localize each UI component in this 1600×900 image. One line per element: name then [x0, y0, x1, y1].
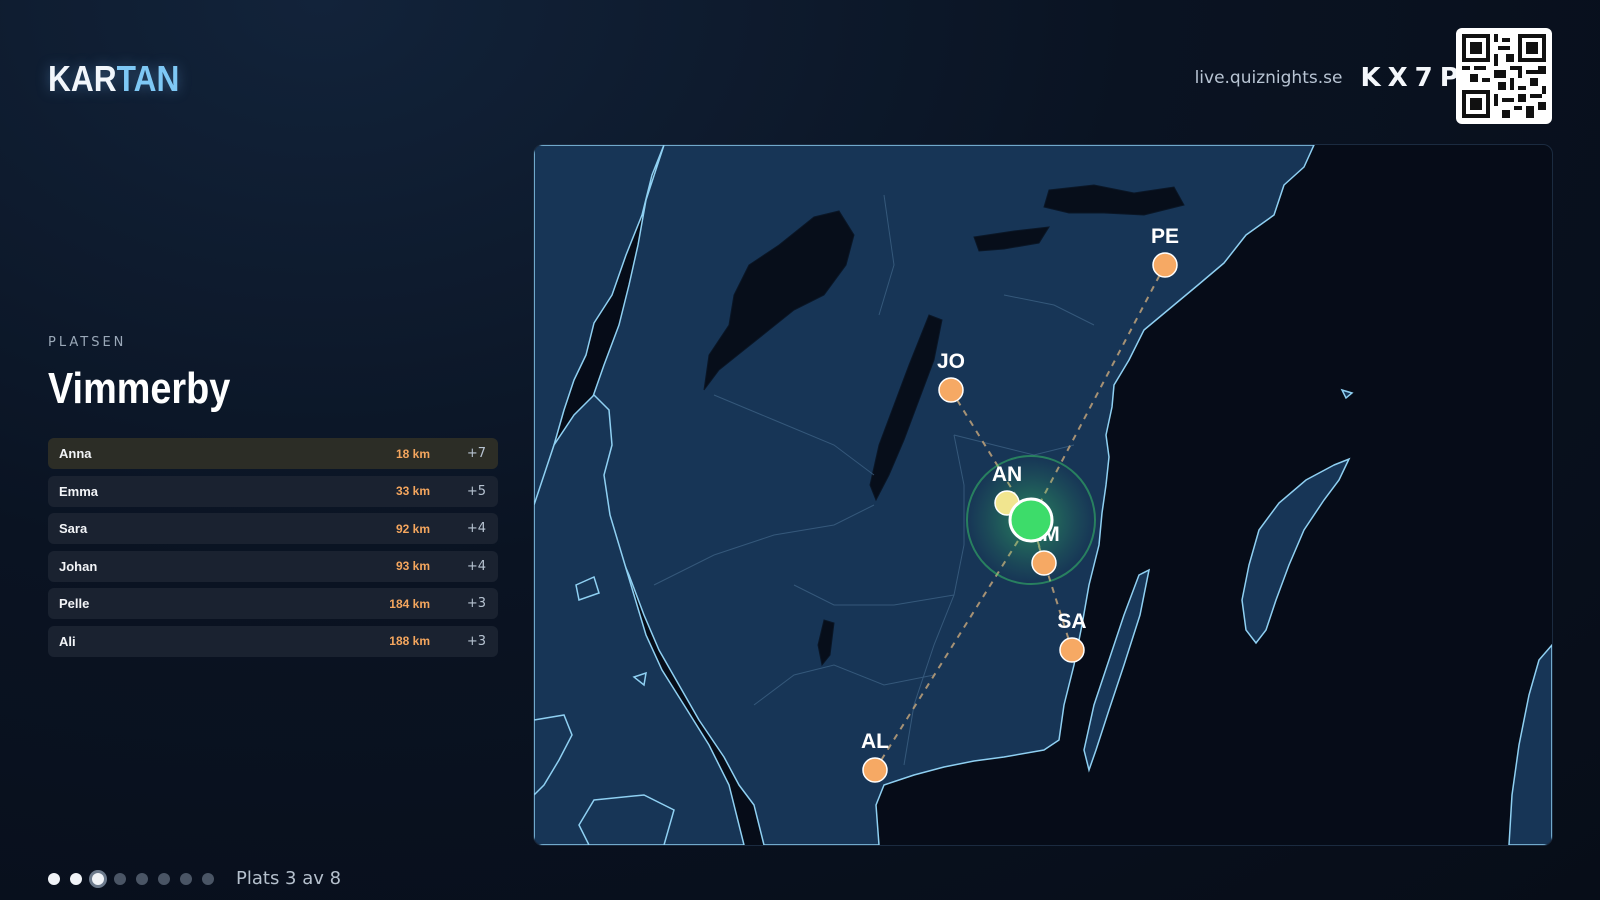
pager-text: Plats 3 av 8 — [236, 868, 342, 889]
svg-text:AN: AN — [992, 463, 1022, 486]
player-distance: 184 km — [389, 596, 430, 611]
player-points: +7 — [466, 446, 486, 461]
lake-malaren — [1043, 184, 1185, 216]
pager-dot — [70, 872, 82, 885]
player-distance: 188 km — [389, 634, 430, 648]
player-points: +3 — [466, 633, 486, 649]
player-name: Anna — [59, 446, 92, 461]
player-points: +4 — [466, 521, 486, 536]
player-points: +5 — [466, 483, 486, 499]
player-name: Ali — [59, 633, 76, 649]
svg-text:PE: PE — [1151, 225, 1179, 248]
svg-text:JO: JO — [937, 350, 965, 373]
pager-dot — [202, 872, 214, 885]
player-name: Johan — [59, 558, 98, 574]
pager-dot — [136, 872, 148, 885]
pager-dot-current — [92, 872, 104, 885]
logo-part-2: TAN — [116, 58, 180, 99]
result-row: Ali 188 km +3 — [48, 625, 498, 657]
player-name: Emma — [59, 483, 99, 499]
land-oland — [1083, 568, 1151, 773]
map-view[interactable]: PE JO AN EM SA AL — [533, 144, 1553, 846]
target-location-marker — [1008, 497, 1054, 543]
result-row: Johan 93 km +4 — [48, 550, 498, 582]
land-east-edge — [1508, 643, 1552, 845]
player-name: Pelle — [59, 596, 90, 611]
app-logo: KARTAN — [48, 58, 179, 100]
player-name: Sara — [59, 521, 88, 536]
result-row: Anna 18 km +7 — [48, 438, 498, 469]
result-row: Sara 92 km +4 — [48, 513, 498, 544]
player-distance: 33 km — [395, 484, 430, 498]
join-url[interactable]: live.quiznights.se — [1195, 68, 1343, 88]
place-title: Vimmerby — [48, 364, 231, 413]
player-distance: 18 km — [395, 446, 430, 461]
result-row: Emma 33 km +5 — [48, 475, 498, 507]
player-distance: 93 km — [395, 559, 430, 573]
pager-dot — [158, 872, 170, 885]
player-points: +3 — [466, 596, 486, 611]
pager-dot — [114, 872, 126, 885]
section-label: PLATSEN — [48, 335, 127, 350]
round-pager: Plats 3 av 8 — [48, 868, 341, 889]
results-list: Anna 18 km +7 Emma 33 km +5 Sara 92 km +… — [48, 438, 498, 663]
svg-text:SA: SA — [1057, 610, 1086, 633]
result-row: Pelle 184 km +3 — [48, 588, 498, 619]
player-points: +4 — [466, 558, 486, 574]
player-distance: 92 km — [395, 521, 430, 536]
qr-code-icon — [1456, 28, 1552, 124]
map-canvas: PE JO AN EM SA AL — [534, 145, 1552, 845]
svg-text:AL: AL — [861, 730, 889, 753]
logo-part-1: KAR — [48, 58, 117, 99]
land-gotland — [1241, 457, 1351, 645]
pager-dot — [180, 872, 192, 885]
pager-dot — [48, 872, 60, 885]
